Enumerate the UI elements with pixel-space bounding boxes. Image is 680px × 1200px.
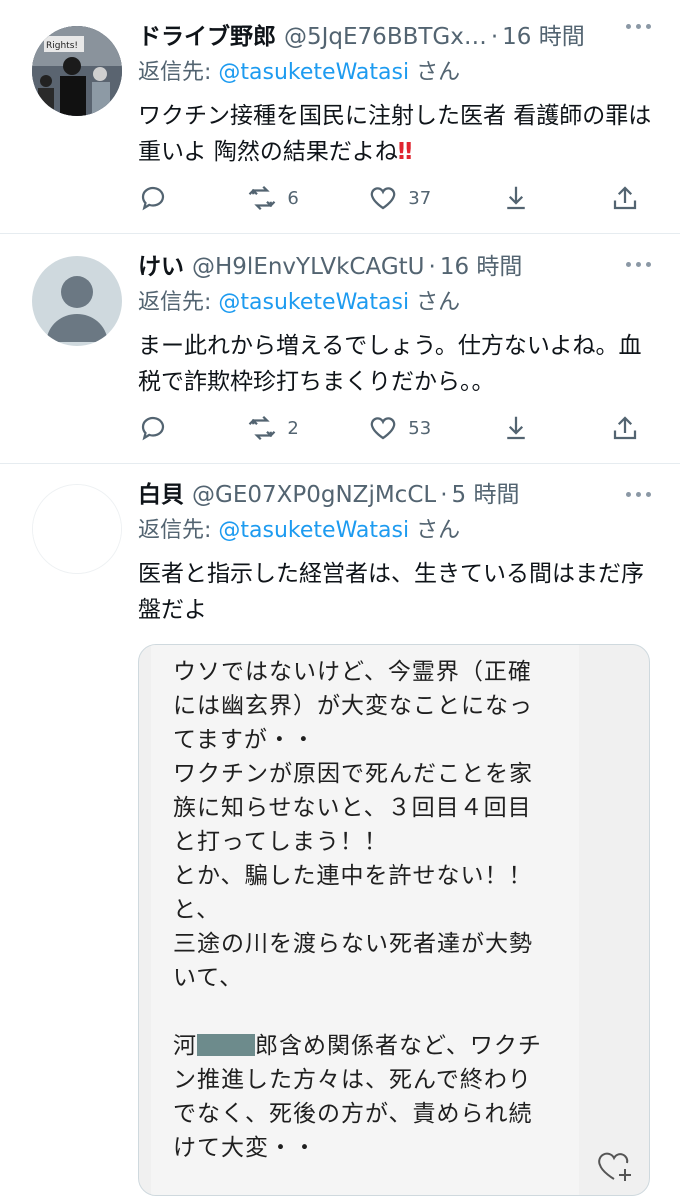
like-count: 37	[408, 187, 432, 209]
like-button[interactable]: 53	[368, 413, 431, 443]
like-icon	[371, 417, 396, 440]
svg-text:Rights!: Rights!	[46, 41, 78, 51]
avatar[interactable]: Rights!	[32, 26, 122, 116]
avatar[interactable]	[32, 484, 122, 574]
user-handle[interactable]: @H9lEnvYLVkCAGtU	[192, 252, 425, 282]
separator-dot: ·	[490, 24, 499, 50]
image-line: ン推進した方々は、死んで終わり	[173, 1067, 532, 1093]
image-line: てますが・・	[173, 727, 316, 753]
reply-button[interactable]	[138, 413, 178, 443]
like-count: 53	[408, 417, 432, 439]
separator-dot: ·	[440, 482, 448, 508]
tweet-3[interactable]: 白貝 @GE07XP0gNZjMcCL · 5 時間 返信先: @tasuket…	[0, 464, 680, 1200]
share-icon	[506, 416, 525, 440]
image-line: と、	[173, 897, 221, 923]
upload-icon	[613, 186, 637, 210]
tweet-header: けい @H9lEnvYLVkCAGtU · 16 時間	[138, 252, 660, 282]
image-line: 三途の川を渡らない死者達が大勢	[173, 931, 533, 957]
tweet-text: 医者と指示した経営者は、生きている間はまだ序盤だよ	[138, 561, 644, 623]
image-line: いて、	[173, 965, 244, 991]
tweet-header: ドライブ野郎 @5JqE76BBTGx… · 16 時間	[138, 22, 660, 52]
image-line: けて大変・・	[173, 1135, 317, 1161]
avatar[interactable]	[32, 256, 122, 346]
upload-icon	[613, 416, 637, 440]
reply-context: 返信先: @tasuketeWatasi さん	[138, 58, 660, 88]
reply-suffix: さん	[409, 290, 461, 315]
tweet-text: まー此れから増えるでしょう。仕方ないよね。血税で詐欺枠珍打ちまくりだから。。	[138, 333, 642, 395]
action-bar: 6 37	[138, 178, 640, 218]
retweet-count: 6	[287, 187, 299, 209]
retweet-button[interactable]: 2	[247, 413, 299, 443]
censor-block	[197, 1034, 255, 1056]
tweet-1[interactable]: Rights! ドライブ野郎 @5JqE76BBTGx… · 16 時間 返信先…	[0, 0, 680, 234]
image-line: と打ってしまう！！	[173, 829, 388, 855]
image-line: ワクチンが原因で死んだことを家	[173, 761, 533, 787]
display-name[interactable]: けい	[138, 252, 184, 282]
image-line: 族に知らせないと、３回目４回目	[173, 795, 532, 821]
tweet-header: 白貝 @GE07XP0gNZjMcCL · 5 時間	[138, 480, 660, 510]
tweet-2[interactable]: けい @H9lEnvYLVkCAGtU · 16 時間 返信先: @tasuke…	[0, 234, 680, 464]
reply-prefix: 返信先:	[138, 290, 219, 315]
double-exclamation-emoji: ‼	[397, 139, 413, 165]
reply-context: 返信先: @tasuketeWatasi さん	[138, 516, 660, 546]
retweet-button[interactable]: 6	[247, 183, 299, 213]
retweet-icon	[249, 185, 276, 211]
image-line-blank	[173, 995, 573, 1029]
image-line: とか、騙した連中を許せない！！	[173, 863, 533, 889]
display-name[interactable]: 白貝	[138, 480, 184, 510]
upload-button[interactable]	[610, 183, 640, 213]
upload-button[interactable]	[610, 413, 640, 443]
image-line: でなく、死後の方が、責められ続	[173, 1101, 533, 1127]
image-line: には幽玄界）が大変なことになっ	[173, 693, 533, 719]
reply-context: 返信先: @tasuketeWatasi さん	[138, 288, 660, 318]
like-button[interactable]: 37	[368, 183, 431, 213]
reply-suffix: さん	[409, 60, 461, 85]
user-handle[interactable]: @5JqE76BBTGx…	[284, 22, 487, 52]
timestamp[interactable]: 5 時間	[452, 480, 520, 510]
like-icon	[371, 187, 396, 210]
more-icon[interactable]	[626, 24, 652, 32]
heart-plus-icon[interactable]	[597, 1149, 635, 1185]
user-handle[interactable]: @GE07XP0gNZjMcCL	[192, 480, 436, 510]
action-bar: 2 53	[138, 408, 640, 448]
share-button[interactable]	[501, 413, 541, 443]
more-icon[interactable]	[626, 262, 652, 270]
reply-icon	[141, 416, 165, 441]
mention-link[interactable]: @tasuketeWatasi	[218, 290, 409, 315]
mention-link[interactable]: @tasuketeWatasi	[218, 518, 409, 543]
display-name[interactable]: ドライブ野郎	[138, 22, 276, 52]
timestamp[interactable]: 16 時間	[502, 22, 585, 52]
image-line: 河 郎含め関係者など、ワクチ	[173, 1029, 573, 1063]
image-line-end: 郎含め関係者など、ワクチ	[255, 1033, 542, 1059]
more-icon[interactable]	[626, 492, 652, 500]
timestamp[interactable]: 16 時間	[440, 252, 523, 282]
reply-prefix: 返信先:	[138, 518, 219, 543]
image-line-start: 河	[173, 1033, 197, 1059]
share-icon	[506, 186, 525, 210]
reply-icon	[141, 186, 165, 211]
share-button[interactable]	[501, 183, 541, 213]
reply-suffix: さん	[409, 518, 461, 543]
image-line: ウソではないけど、今霊界（正確	[173, 659, 532, 685]
reply-prefix: 返信先:	[138, 60, 219, 85]
tweet-text: ワクチン接種を国民に注射した医者 看護師の罪は重いよ 陶然の結果だよね‼	[138, 98, 660, 170]
reply-button[interactable]	[138, 183, 178, 213]
attached-image[interactable]: ウソではないけど、今霊界（正確 には幽玄界）が大変なことになっ てますが・・ ワ…	[138, 644, 650, 1196]
retweet-icon	[249, 415, 276, 441]
retweet-count: 2	[287, 417, 299, 439]
image-text: ウソではないけど、今霊界（正確 には幽玄界）が大変なことになっ てますが・・ ワ…	[173, 655, 573, 1165]
separator-dot: ·	[428, 254, 436, 280]
mention-link[interactable]: @tasuketeWatasi	[218, 60, 409, 85]
tweet-text-body: ワクチン接種を国民に注射した医者 看護師の罪は重いよ 陶然の結果だよね	[138, 103, 652, 165]
